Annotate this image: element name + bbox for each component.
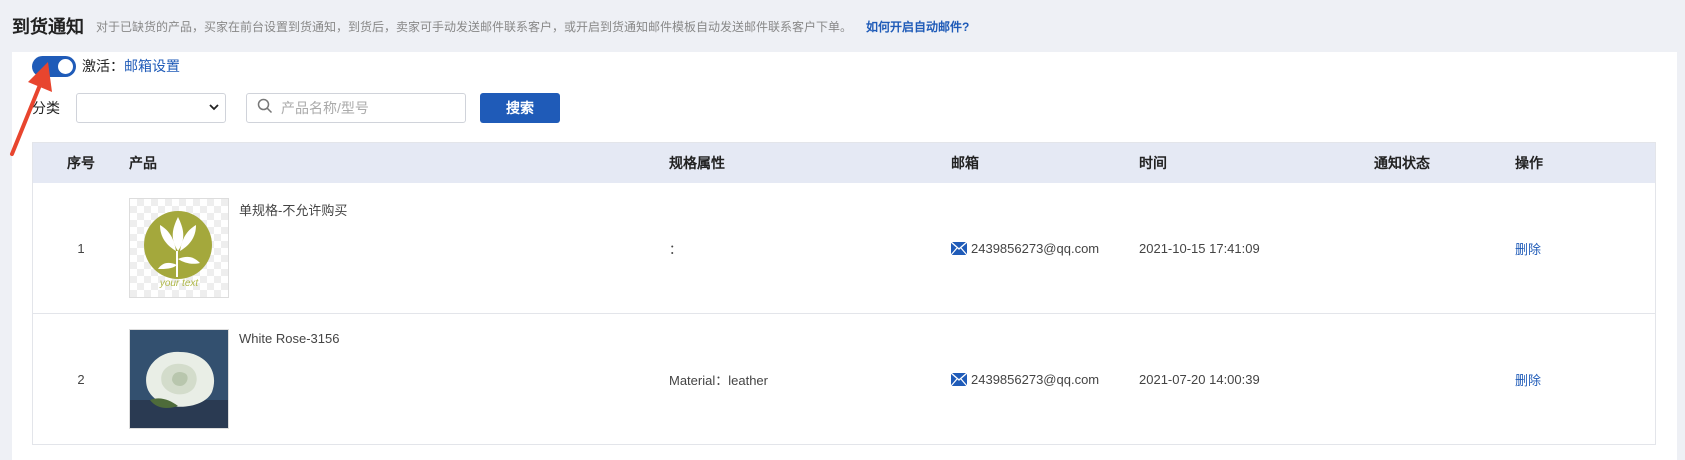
email-value: 2439856273@qq.com <box>971 240 1100 256</box>
category-select[interactable] <box>76 93 226 123</box>
product-thumbnail[interactable] <box>129 329 229 429</box>
product-cell: White Rose-3156 <box>129 329 669 429</box>
main-panel: 激活： 邮箱设置 分类 搜索 序号 产品 规格属性 邮箱 时间 通知状态 操作 <box>12 52 1677 460</box>
table-row: 1 your text 单规格-不允许购买 ： 2439856273@qq.co… <box>33 183 1655 314</box>
search-input[interactable] <box>281 100 451 116</box>
search-button[interactable]: 搜索 <box>480 93 560 123</box>
col-header-action: 操作 <box>1515 155 1543 171</box>
email-value: 2439856273@qq.com <box>971 371 1100 387</box>
page-header: 到货通知 对于已缺货的产品，买家在前台设置到货通知，到货后，卖家可手动发送邮件联… <box>12 14 969 38</box>
search-box[interactable] <box>246 93 466 123</box>
col-header-email: 邮箱 <box>951 155 979 171</box>
thumbnail-text: your text <box>159 278 199 289</box>
annotation-arrow-icon <box>10 62 52 156</box>
table-header: 序号 产品 规格属性 邮箱 时间 通知状态 操作 <box>33 143 1655 183</box>
table-row: 2 White Rose-3156 Material：leather 24398… <box>33 314 1655 445</box>
email-cell: 2439856273@qq.com <box>951 241 1139 256</box>
product-cell: your text 单规格-不允许购买 <box>129 198 669 298</box>
page-title: 到货通知 <box>12 17 84 37</box>
search-icon <box>257 98 273 119</box>
col-header-product: 产品 <box>129 155 157 171</box>
time-value: 2021-07-20 14:00:39 <box>1139 371 1260 387</box>
row-no: 2 <box>77 371 85 387</box>
page-description: 对于已缺货的产品，买家在前台设置到货通知，到货后，卖家可手动发送邮件联系客户，或… <box>96 19 853 34</box>
spec-value: ： <box>669 241 683 257</box>
spec-value: Material：leather <box>669 372 768 388</box>
col-header-status: 通知状态 <box>1374 155 1430 171</box>
delete-link[interactable]: 删除 <box>1515 242 1541 257</box>
mail-icon <box>951 372 967 386</box>
email-cell: 2439856273@qq.com <box>951 372 1139 387</box>
product-name[interactable]: White Rose-3156 <box>239 331 339 346</box>
help-link[interactable]: 如何开启自动邮件? <box>866 18 969 35</box>
white-rose-image <box>130 330 228 428</box>
mail-settings-link[interactable]: 邮箱设置 <box>124 56 180 76</box>
product-name[interactable]: 单规格-不允许购买 <box>239 200 347 219</box>
time-value: 2021-10-15 17:41:09 <box>1139 240 1260 256</box>
col-header-spec: 规格属性 <box>669 155 725 171</box>
filter-bar: 分类 搜索 <box>32 92 560 124</box>
product-thumbnail[interactable]: your text <box>129 198 229 298</box>
chevron-down-icon <box>209 102 219 115</box>
row-no: 1 <box>77 240 85 256</box>
activation-label: 激活： <box>82 58 124 74</box>
mail-icon <box>951 241 967 255</box>
notification-table: 序号 产品 规格属性 邮箱 时间 通知状态 操作 1 your text 单规格… <box>32 142 1656 445</box>
delete-link[interactable]: 删除 <box>1515 373 1541 388</box>
col-header-time: 时间 <box>1139 155 1167 171</box>
